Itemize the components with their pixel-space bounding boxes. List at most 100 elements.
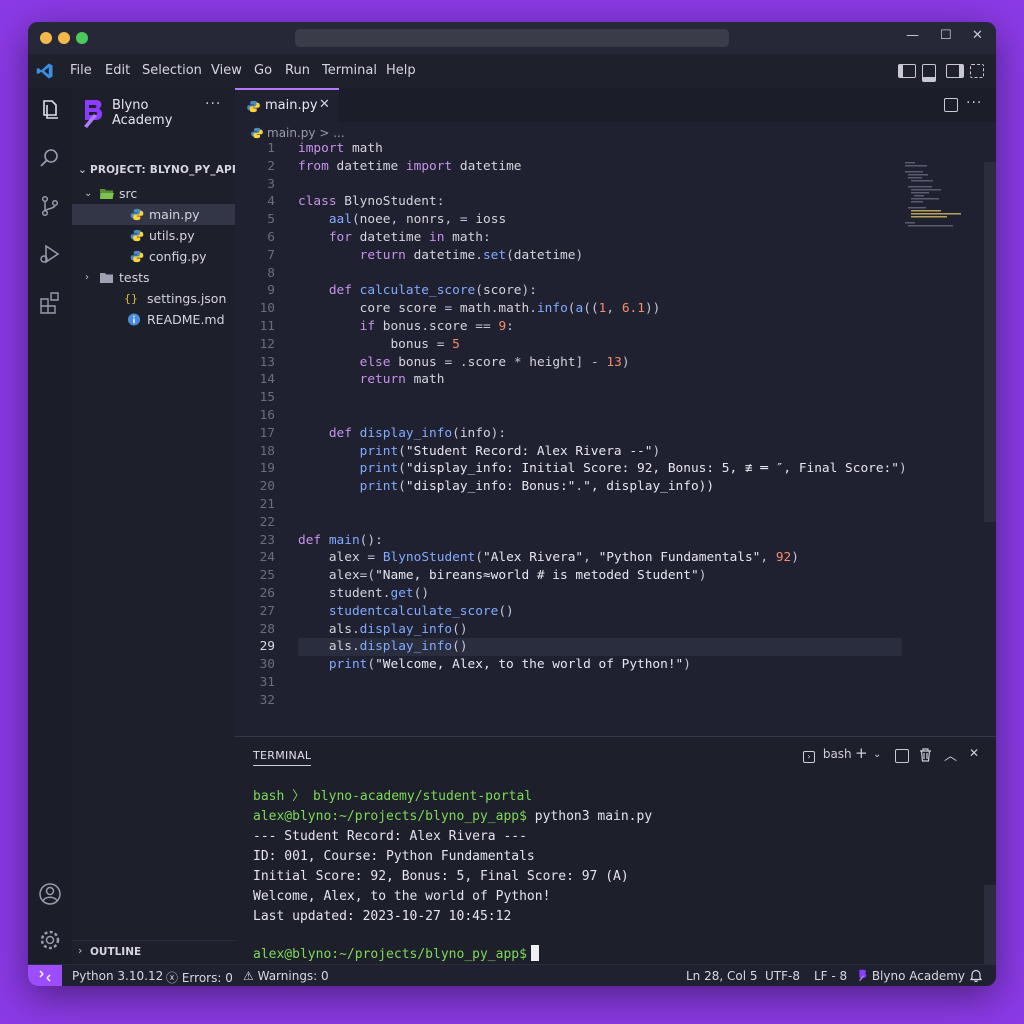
tree-file-main-py[interactable]: main.py	[72, 204, 235, 225]
line-number: 24	[259, 550, 275, 566]
tab-terminal[interactable]: TERMINAL	[253, 749, 312, 766]
code-line[interactable]: 15	[235, 389, 996, 407]
minimize-window-button[interactable]	[58, 32, 70, 44]
code-line[interactable]: 21	[235, 496, 996, 514]
code-line[interactable]: 10 core score = math.math.info(a((1, 6.1…	[235, 300, 996, 318]
code-line[interactable]: 16	[235, 407, 996, 425]
menu-run[interactable]: Run	[285, 63, 310, 78]
minimize-icon[interactable]: —	[906, 28, 919, 43]
split-terminal-icon[interactable]	[895, 749, 909, 763]
tree-file-readme-md[interactable]: README.md	[72, 309, 235, 330]
sidebar-more-actions[interactable]: ···	[205, 96, 221, 112]
settings-gear-icon[interactable]	[38, 928, 62, 952]
code-line[interactable]: 23 def main():	[235, 532, 996, 550]
minimap[interactable]	[905, 162, 985, 232]
status-warnings[interactable]: ⚠ Warnings: 0	[243, 969, 329, 983]
code-line[interactable]: 20 print("display_info: Bonus:".", displ…	[235, 478, 996, 496]
split-editor-icon[interactable]	[944, 98, 958, 112]
tree-folder-tests[interactable]: › tests	[72, 267, 235, 288]
terminal-shell-selector[interactable]: › bash	[803, 747, 852, 763]
code-line[interactable]: 30 print("Welcome, Alex, to the world of…	[235, 656, 996, 674]
source-control-icon[interactable]	[38, 194, 62, 218]
code-line[interactable]: 11 if bonus.score == 9:	[235, 318, 996, 336]
menu-file[interactable]: File	[70, 63, 92, 78]
project-section-header[interactable]: ⌄ PROJECT: BLYNO_PY_APP	[78, 164, 240, 176]
tab-main-py[interactable]: main.py ✕	[235, 88, 339, 122]
menu-selection[interactable]: Selection	[142, 63, 202, 78]
code-line[interactable]: 13 else bonus = .score * height] - 13)	[235, 354, 996, 372]
toggle-sidebar-icon[interactable]	[898, 64, 916, 78]
close-icon[interactable]: ✕	[972, 28, 983, 43]
outline-section[interactable]: › OUTLINE	[72, 940, 235, 965]
account-icon[interactable]	[38, 882, 62, 906]
explorer-icon[interactable]	[38, 98, 62, 122]
code-line[interactable]: 14 return math	[235, 371, 996, 389]
code-line[interactable]: 26 student.get()	[235, 585, 996, 603]
code-line[interactable]: 2 from datetime import datetime	[235, 158, 996, 176]
customize-layout-icon[interactable]	[970, 64, 984, 78]
breadcrumb[interactable]: main.py > ...	[251, 126, 345, 140]
terminal-scrollbar[interactable]	[984, 885, 996, 965]
toggle-secondary-sidebar-icon[interactable]	[946, 64, 964, 78]
code-line[interactable]: 12 bonus = 5	[235, 336, 996, 354]
trash-icon[interactable]	[919, 748, 932, 762]
extensions-icon[interactable]	[38, 290, 62, 314]
code-line[interactable]: 4 class BlynoStudent:	[235, 193, 996, 211]
maximize-panel-icon[interactable]: ︿	[944, 745, 957, 764]
code-line[interactable]: 6 for datetime in math:	[235, 229, 996, 247]
remote-indicator[interactable]	[28, 965, 62, 986]
code-editor[interactable]: 1 import math 2 from datetime import dateti…	[235, 140, 996, 736]
code-text: def calculate_score(score):	[328, 283, 537, 299]
code-line[interactable]: 22	[235, 514, 996, 532]
status-python-version[interactable]: Python 3.10.12	[72, 969, 163, 983]
code-line[interactable]: 1 import math	[235, 140, 996, 158]
notifications-bell-icon[interactable]	[970, 969, 982, 982]
status-eol[interactable]: LF - 8	[814, 969, 847, 983]
chevron-down-icon[interactable]: ⌄	[873, 749, 881, 760]
code-line[interactable]: 29 als.display_info()	[260, 638, 902, 657]
tree-file-settings-json[interactable]: {} settings.json	[72, 288, 235, 309]
tab-close-icon[interactable]: ✕	[319, 97, 330, 112]
menu-view[interactable]: View	[211, 63, 242, 78]
tree-file-config-py[interactable]: config.py	[72, 246, 235, 267]
run-debug-icon[interactable]	[38, 242, 62, 266]
code-line[interactable]: 32	[235, 692, 996, 710]
editor-scrollbar[interactable]	[984, 162, 996, 522]
activity-bar	[28, 88, 73, 964]
tree-file-utils-py[interactable]: utils.py	[72, 225, 235, 246]
code-line[interactable]: 28 als.display_info()	[235, 621, 996, 639]
command-center[interactable]	[295, 29, 729, 47]
close-panel-icon[interactable]: ✕	[969, 746, 979, 760]
new-terminal-icon[interactable]: +	[855, 744, 868, 762]
code-line[interactable]: 9 def calculate_score(score):	[235, 282, 996, 300]
toggle-panel-icon[interactable]	[922, 64, 936, 82]
status-errors[interactable]: ⓧ Errors: 0	[166, 969, 233, 986]
code-text: import math	[298, 141, 383, 156]
status-cursor-position[interactable]: Ln 28, Col 5	[686, 969, 758, 983]
status-encoding[interactable]: UTF-8	[765, 969, 800, 983]
restore-icon[interactable]: ☐	[940, 28, 952, 43]
close-window-button[interactable]	[40, 32, 52, 44]
code-line[interactable]: 7 return datetime.set(datetime)	[235, 247, 996, 265]
menu-go[interactable]: Go	[254, 63, 272, 78]
tree-folder-src[interactable]: ⌄ src	[72, 183, 235, 204]
code-line[interactable]: 24 alex = BlynoStudent("Alex Rivera", "P…	[235, 549, 996, 567]
terminal-output[interactable]: bash 〉 blyno-academy/student-portal alex…	[253, 787, 973, 965]
status-brand[interactable]: Blyno Academy	[858, 969, 965, 983]
code-line[interactable]: 31	[235, 674, 996, 692]
editor-more-actions[interactable]: ···	[966, 95, 982, 111]
code-line[interactable]: 27 studentcalculate_score()	[235, 603, 996, 621]
code-line[interactable]: 3	[235, 176, 996, 194]
code-line[interactable]: 19 print("display_info: Initial Score: 9…	[235, 460, 996, 478]
menu-terminal[interactable]: Terminal	[322, 63, 377, 78]
menu-edit[interactable]: Edit	[105, 63, 130, 78]
menu-help[interactable]: Help	[386, 63, 416, 78]
search-icon[interactable]	[38, 146, 62, 170]
code-line[interactable]: 5 aal(noee, nonrs, = ioss	[235, 211, 996, 229]
code-line[interactable]: 17 def display_info(info):	[235, 425, 996, 443]
maximize-window-button[interactable]	[76, 32, 88, 44]
code-line[interactable]: 25 alex=("Name, bireans≈world # is metod…	[235, 567, 996, 585]
code-line[interactable]: 8	[235, 265, 996, 283]
code-text: for datetime in math:	[328, 230, 491, 245]
code-line[interactable]: 18 print("Student Record: Alex Rivera --…	[235, 443, 996, 461]
